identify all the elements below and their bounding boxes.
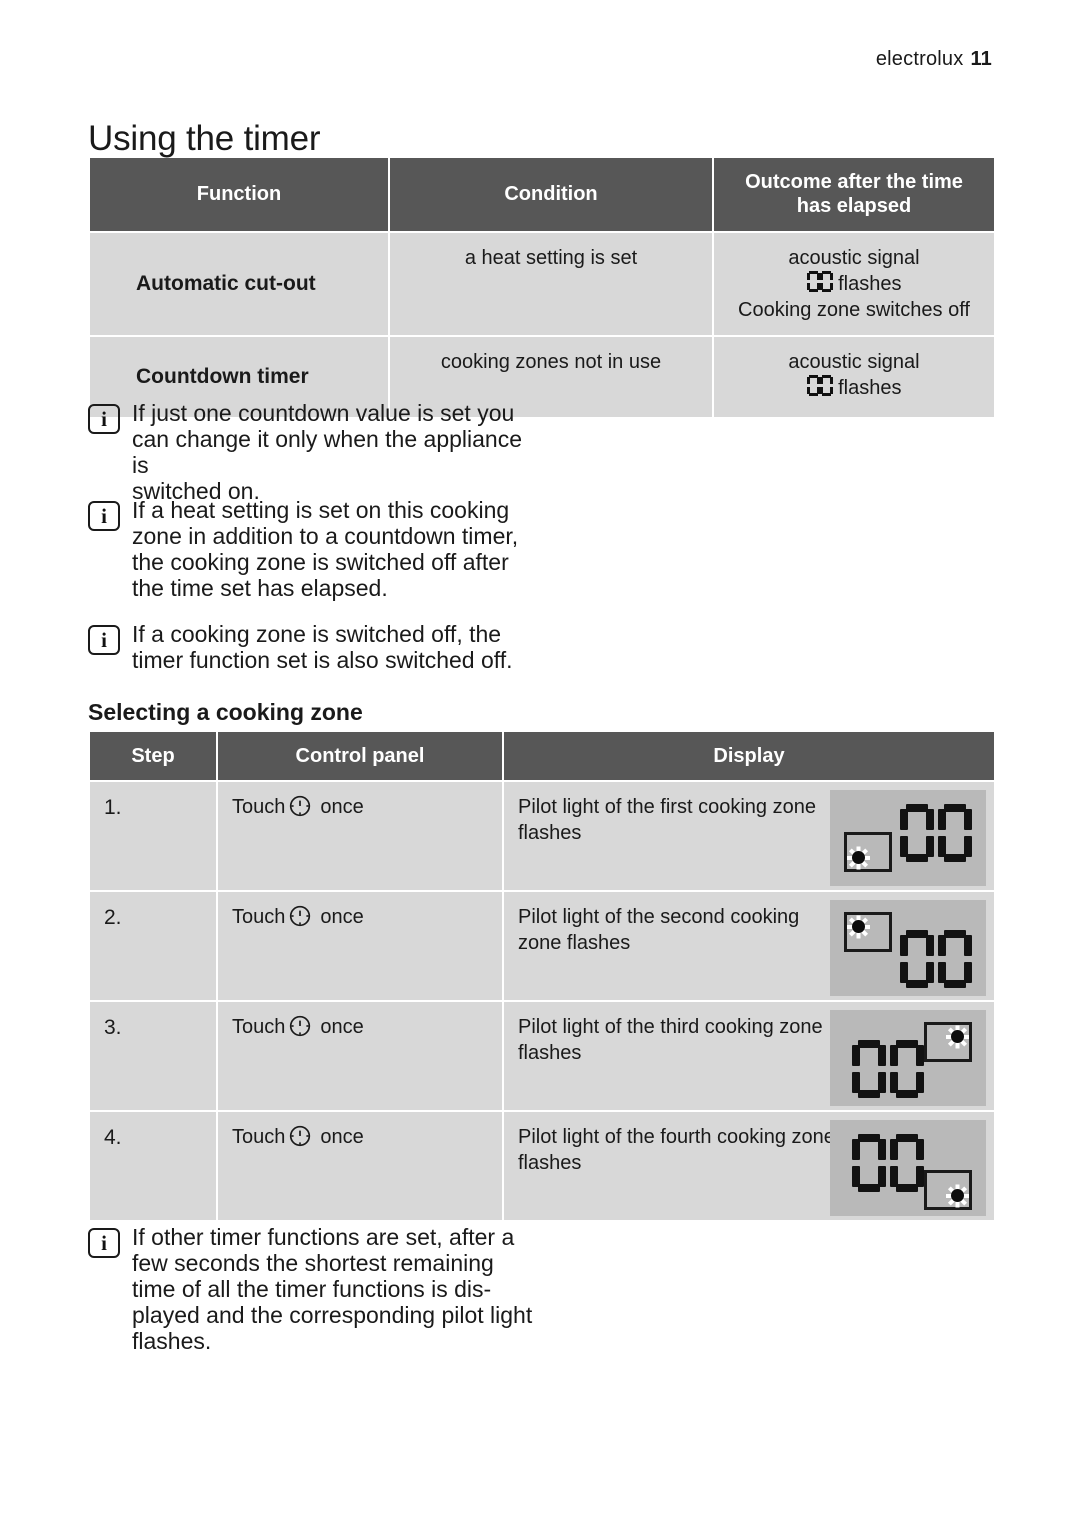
cell-step-number: 1. [90,782,216,891]
cell-display: Pilot light of the fourth cooking zone f… [504,1112,994,1221]
clock-icon [289,1125,311,1147]
display-description: Pilot light of the fourth cooking zone f… [518,1126,835,1175]
table-row: 2. Touch once Pilot light of the second c… [90,892,994,1001]
column-header-control-panel: Control panel [218,732,502,781]
cooking-zone-indicator-icon [924,1170,972,1211]
control-suffix: once [320,1126,364,1149]
info-note-text: If other timer functions are set, after … [132,1224,533,1354]
clock-icon [289,905,311,927]
cell-display: Pilot light of the third cooking zone fl… [504,1002,994,1111]
control-prefix: Touch [232,796,286,819]
table-header-row: Step Control panel Display [90,732,994,781]
info-note-text: If a heat setting is set on this cooking… [132,497,519,601]
display-description: Pilot light of the first cooking zone fl… [518,796,816,845]
cell-outcome-countdown-timer: acoustic signal flashes [714,336,994,417]
column-header-display: Display [504,732,994,781]
control-suffix: once [320,796,364,819]
table-row: Automatic cut-out a heat setting is set … [90,232,994,335]
control-prefix: Touch [232,1016,286,1039]
subheading-selecting-a-cooking-zone: Selecting a cooking zone [88,699,363,726]
table-row: 1. Touch once Pilot light of the first co… [90,782,994,891]
lcd-panel-graphic-zone-2 [830,900,986,997]
manual-page: electrolux 11 Using the timer Function Co… [0,0,1080,1529]
cell-control-panel: Touch once [218,1002,502,1111]
page-number: 11 [970,48,992,70]
info-note: i If a heat setting is set on this cooki… [88,497,518,601]
brand-name: electrolux [875,48,964,70]
info-note: i If other timer functions are set, afte… [88,1224,532,1354]
cell-function-automatic-cut-out: Automatic cut-out [90,232,388,335]
timer-functions-table: Function Condition Outcome after the tim… [88,156,996,419]
cooking-zone-indicator-icon [844,832,892,873]
table-row: 3. Touch once Pilot light of the third co… [90,1002,994,1111]
outcome-header-line-2: has elapsed [796,195,912,218]
clock-icon [289,1015,311,1037]
selecting-cooking-zone-table: Step Control panel Display 1. Touch once … [88,730,996,1222]
cell-control-panel: Touch once [218,892,502,1001]
cell-control-panel: Touch once [218,1112,502,1221]
outcome-line-2-suffix: flashes [832,376,902,399]
control-prefix: Touch [232,1126,286,1149]
cell-step-number: 2. [90,892,216,1001]
lcd-panel-graphic-zone-3 [830,1010,986,1107]
page-title: Using the timer [88,119,321,159]
cell-display: Pilot light of the first cooking zone fl… [504,782,994,891]
column-header-function: Function [90,158,388,231]
lcd-panel-graphic-zone-4 [830,1120,986,1217]
column-header-step: Step [90,732,216,781]
cell-outcome-automatic-cut-out: acoustic signal flashes Cooking zone swi… [714,232,994,335]
cell-step-number: 3. [90,1002,216,1111]
info-icon: i [88,501,120,531]
control-suffix: once [320,1016,364,1039]
outcome-line-3: Cooking zone switches off [738,298,970,321]
cell-control-panel: Touch once [218,782,502,891]
info-note: i If a cooking zone is switched off, the… [88,621,513,673]
outcome-line-1: acoustic signal [788,246,920,269]
seven-segment-00-icon [900,804,972,869]
seven-segment-00-icon [852,1040,924,1105]
table-header-row: Function Condition Outcome after the tim… [90,158,994,231]
display-description: Pilot light of the second cooking zone f… [518,906,800,955]
control-suffix: once [320,906,364,929]
cell-condition-automatic-cut-out: a heat setting is set [390,232,712,335]
clock-icon [289,795,311,817]
cell-step-number: 4. [90,1112,216,1221]
cell-display: Pilot light of the second cooking zone f… [504,892,994,1001]
info-icon: i [88,1228,120,1258]
cooking-zone-indicator-icon [844,912,892,953]
seven-segment-00-icon [852,1134,924,1199]
outcome-header-line-1: Outcome after the time [745,171,963,193]
control-prefix: Touch [232,906,286,929]
column-header-condition: Condition [390,158,712,231]
cooking-zone-indicator-icon [924,1022,972,1063]
seven-segment-00-icon [806,270,833,292]
info-note: i If just one countdown value is set you… [88,400,536,504]
outcome-line-1: acoustic signal [788,350,920,373]
seven-segment-00-icon [900,930,972,995]
outcome-line-2-suffix: flashes [832,272,902,295]
seven-segment-00-icon [806,374,833,396]
lcd-panel-graphic-zone-1 [830,790,986,887]
running-header: electrolux 11 [876,48,992,71]
info-icon: i [88,625,120,655]
display-description: Pilot light of the third cooking zone fl… [518,1016,823,1065]
column-header-outcome: Outcome after the time has elapsed [714,158,994,231]
info-note-text: If a cooking zone is switched off, the t… [132,621,513,673]
table-row: 4. Touch once Pilot light of the fourth c… [90,1112,994,1221]
info-note-text: If just one countdown value is set you c… [132,400,523,504]
info-icon: i [88,404,120,434]
